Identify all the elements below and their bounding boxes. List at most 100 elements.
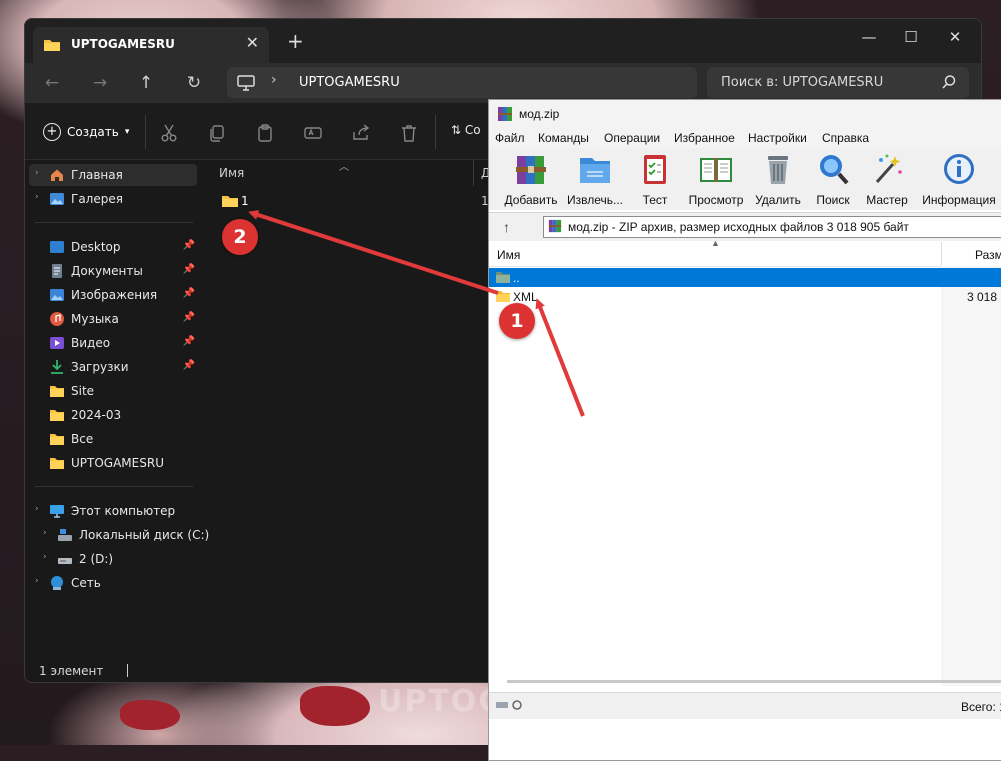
sidebar-item-gallery[interactable]: › Галерея xyxy=(29,188,197,210)
delete-icon[interactable] xyxy=(399,123,419,143)
delete-label: Удалить xyxy=(755,193,801,207)
sidebar-item-pictures[interactable]: Изображения 📌 xyxy=(29,284,197,306)
extract-icon xyxy=(580,158,610,183)
column-divider[interactable] xyxy=(941,242,942,266)
tab-title: UPTOGAMESRU xyxy=(71,37,175,51)
column-header-name[interactable]: Имя xyxy=(219,166,244,180)
search-input[interactable]: Поиск в: UPTOGAMESRU xyxy=(707,67,969,98)
wizard-label: Мастер xyxy=(866,193,908,207)
expand-chevron-icon[interactable]: › xyxy=(43,552,47,562)
sidebar-item-video[interactable]: Видео 📌 xyxy=(29,332,197,354)
expand-chevron-icon[interactable]: › xyxy=(35,192,39,202)
sidebar-item-label: Видео xyxy=(71,336,111,350)
close-tab-icon[interactable]: ✕ xyxy=(246,33,259,52)
view-book-icon xyxy=(700,158,732,182)
find-button[interactable]: Поиск xyxy=(811,152,855,208)
horizontal-scrollbar[interactable] xyxy=(507,680,1001,683)
column-header-size[interactable]: Разм xyxy=(975,248,1001,262)
sidebar-item-label: Desktop xyxy=(71,240,121,254)
menu-favorites[interactable]: Избранное xyxy=(674,131,735,145)
test-button[interactable]: Тест xyxy=(635,152,675,208)
up-arrow-icon[interactable]: ↑ xyxy=(133,71,159,95)
sidebar-item-label: Галерея xyxy=(71,192,123,206)
sidebar-item-label: Site xyxy=(71,384,95,398)
new-tab-icon[interactable]: + xyxy=(287,29,304,53)
pin-icon[interactable]: 📌 xyxy=(183,264,195,275)
explorer-tab[interactable]: UPTOGAMESRU ✕ xyxy=(33,27,269,63)
menu-bar: Файл Команды Операции Избранное Настройк… xyxy=(489,128,1001,148)
sidebar-item-drive-d[interactable]: › 2 (D:) xyxy=(37,548,205,570)
sidebar-item-label: Локальный диск (C:) xyxy=(79,528,210,542)
menu-settings[interactable]: Настройки xyxy=(748,131,807,145)
breadcrumb-chevron-icon[interactable]: › xyxy=(271,72,277,88)
find-label: Поиск xyxy=(816,193,850,207)
sidebar-item-2024-03[interactable]: 2024-03 xyxy=(29,404,197,426)
sidebar-item-label: Этот компьютер xyxy=(71,504,176,518)
pin-icon[interactable]: 📌 xyxy=(183,240,195,251)
pin-icon[interactable]: 📌 xyxy=(183,360,195,371)
search-icon xyxy=(942,75,956,89)
file-name: 1 xyxy=(241,194,249,208)
drive-status-icon xyxy=(496,700,522,710)
sidebar-item-this-pc[interactable]: › Этот компьютер xyxy=(29,500,197,522)
wizard-button[interactable]: Мастер xyxy=(863,152,911,208)
table-row[interactable]: .. xyxy=(489,268,1001,287)
minimize-icon[interactable]: — xyxy=(849,23,889,51)
sidebar-item-uptogamesru[interactable]: UPTOGAMESRU xyxy=(29,452,197,474)
folder-icon xyxy=(50,386,64,397)
refresh-icon[interactable]: ↻ xyxy=(181,71,207,95)
up-arrow-icon[interactable]: ↑ xyxy=(503,219,510,235)
paste-icon[interactable] xyxy=(255,123,275,143)
column-header-name[interactable]: Имя xyxy=(497,248,520,262)
menu-file[interactable]: Файл xyxy=(495,131,525,145)
delete-button[interactable]: Удалить xyxy=(753,152,803,208)
sidebar-item-all[interactable]: Все xyxy=(29,428,197,450)
copy-icon[interactable] xyxy=(207,123,227,143)
forward-arrow-icon[interactable]: → xyxy=(87,71,113,95)
table-row[interactable]: XML 3 018 9 xyxy=(489,287,1001,306)
menu-operations[interactable]: Операции xyxy=(604,131,660,145)
breadcrumb-current[interactable]: UPTOGAMESRU xyxy=(299,75,400,90)
extract-button[interactable]: Извлечь... xyxy=(565,152,625,208)
monitor-icon xyxy=(237,75,255,91)
sidebar-item-documents[interactable]: Документы 📌 xyxy=(29,260,197,282)
list-item[interactable]: 1 xyxy=(217,190,517,212)
address-bar[interactable]: › UPTOGAMESRU xyxy=(227,67,697,98)
view-button[interactable]: Просмотр xyxy=(685,152,747,208)
expand-chevron-icon[interactable]: › xyxy=(43,528,47,538)
sidebar-item-drive-c[interactable]: › Локальный диск (C:) xyxy=(37,524,209,546)
share-icon[interactable] xyxy=(351,123,371,143)
add-button[interactable]: Добавить xyxy=(503,152,559,208)
create-button[interactable]: + Создать ▾ xyxy=(43,121,129,143)
expand-chevron-icon[interactable]: › xyxy=(35,168,39,178)
window-title: мод.zip xyxy=(519,107,560,121)
sidebar-item-network[interactable]: › Сеть xyxy=(29,572,197,594)
sort-button[interactable]: ⇅ Со xyxy=(451,123,481,137)
sidebar-item-label: Музыка xyxy=(71,312,119,326)
back-arrow-icon[interactable]: ← xyxy=(39,71,65,95)
maximize-icon[interactable]: ☐ xyxy=(891,23,931,51)
sidebar-item-music[interactable]: Музыка 📌 xyxy=(29,308,197,330)
sidebar-item-downloads[interactable]: Загрузки 📌 xyxy=(29,356,197,378)
pin-icon[interactable]: 📌 xyxy=(183,288,195,299)
rename-icon[interactable] xyxy=(303,123,323,143)
info-button[interactable]: Информация xyxy=(919,152,999,208)
menu-help[interactable]: Справка xyxy=(822,131,869,145)
pin-icon[interactable]: 📌 xyxy=(183,312,195,323)
sidebar-item-desktop[interactable]: Desktop 📌 xyxy=(29,236,197,258)
sidebar-item-home[interactable]: › Главная xyxy=(29,164,197,186)
test-label: Тест xyxy=(642,193,668,207)
archive-path-field[interactable]: мод.zip - ZIP архив, размер исходных фай… xyxy=(543,216,1001,238)
sidebar-item-site[interactable]: Site xyxy=(29,380,197,402)
pin-icon[interactable]: 📌 xyxy=(183,336,195,347)
expand-chevron-icon[interactable]: › xyxy=(35,576,39,586)
column-divider[interactable] xyxy=(473,160,474,186)
row-name: XML xyxy=(513,290,538,304)
row-size: 3 018 9 xyxy=(967,290,1001,304)
expand-chevron-icon[interactable]: › xyxy=(35,504,39,514)
close-window-icon[interactable]: ✕ xyxy=(935,23,975,51)
cut-icon[interactable] xyxy=(159,123,179,143)
status-item-count: 1 элемент xyxy=(39,664,104,678)
add-archive-icon xyxy=(516,156,546,184)
menu-commands[interactable]: Команды xyxy=(538,131,589,145)
